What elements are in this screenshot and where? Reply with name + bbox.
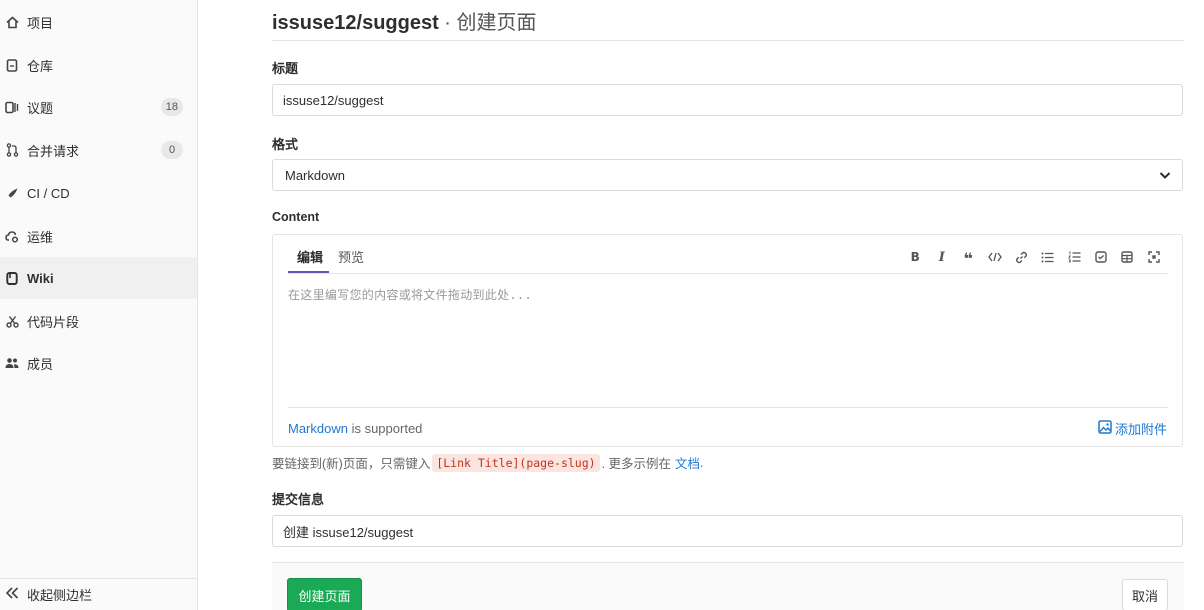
issues-icon <box>5 100 19 114</box>
code-icon[interactable] <box>982 249 1009 265</box>
sidebar: 项目 仓库 议题 18 合并请求 0 CI / CD 运维 Wiki 代码片段 … <box>0 0 198 610</box>
link-icon[interactable] <box>1008 249 1035 265</box>
commit-message-label: 提交信息 <box>272 492 325 507</box>
issues-count-badge: 18 <box>160 98 183 116</box>
create-page-button[interactable]: 创建页面 <box>287 578 362 610</box>
sidebar-item-wiki[interactable]: Wiki <box>0 257 197 299</box>
page-title-repo: issuse12/suggest <box>272 12 439 34</box>
sidebar-item-issues[interactable]: 议题 18 <box>0 86 197 128</box>
sidebar-item-label: 运维 <box>27 229 54 245</box>
sidebar-item-label: CI / CD <box>27 185 70 201</box>
markdown-toolbar: B I ❝ <box>902 249 1168 267</box>
help-end: . <box>700 455 704 470</box>
link-help-text: 要链接到(新)页面，只需键入 [Link Title](page-slug) .… <box>272 453 704 472</box>
attach-file-button[interactable]: 添加附件 <box>1098 419 1167 438</box>
format-label: 格式 <box>272 137 299 152</box>
sidebar-item-members[interactable]: 成员 <box>0 342 197 384</box>
sidebar-item-repository[interactable]: 仓库 <box>0 44 197 86</box>
table-icon[interactable] <box>1114 249 1141 265</box>
task-list-icon[interactable] <box>1088 249 1115 265</box>
markdown-supported-text: is supported <box>347 421 423 436</box>
title-input[interactable]: issuse12/suggest <box>272 84 1183 116</box>
markdown-help-link[interactable]: Markdown <box>288 421 348 436</box>
help-code-example: [Link Title](page-slug) <box>432 453 600 472</box>
sidebar-item-label: 代码片段 <box>27 314 80 330</box>
sidebar-item-ci-cd[interactable]: CI / CD <box>0 172 197 214</box>
content-label: Content <box>272 210 320 224</box>
numbered-list-icon[interactable] <box>1061 249 1088 265</box>
cancel-button[interactable]: 取消 <box>1122 579 1168 610</box>
format-select-value: Markdown <box>285 167 345 183</box>
page-title: issuse12/suggest · 创建页面 <box>272 6 537 35</box>
sidebar-item-label: 议题 <box>27 100 54 116</box>
content-textarea[interactable]: 在这里编写您的内容或将文件拖动到此处... <box>288 286 532 303</box>
help-suffix: . 更多示例在 <box>601 457 672 471</box>
commit-message-input[interactable]: 创建 issuse12/suggest <box>272 515 1183 547</box>
tab-preview[interactable]: 预览 <box>338 247 364 266</box>
cloud-gear-icon <box>5 229 19 243</box>
sidebar-item-label: 项目 <box>27 15 54 31</box>
sidebar-item-project[interactable]: 项目 <box>0 1 197 43</box>
image-icon <box>1098 420 1112 437</box>
sidebar-item-merge-requests[interactable]: 合并请求 0 <box>0 129 197 171</box>
page-title-separator: · <box>438 12 457 34</box>
help-prefix: 要链接到(新)页面，只需键入 <box>272 457 431 471</box>
italic-icon[interactable]: I <box>929 249 956 265</box>
title-label: 标题 <box>272 61 299 76</box>
sidebar-item-label: 仓库 <box>27 58 54 74</box>
title-divider <box>272 40 1184 41</box>
doc-icon <box>5 58 19 72</box>
content-editor: 编辑 预览 B I ❝ 在这里编写您的内容或将文件拖动到此处... Markdo… <box>272 234 1183 447</box>
scissors-icon <box>5 314 19 328</box>
merge-requests-count-badge: 0 <box>161 141 183 159</box>
attach-file-label: 添加附件 <box>1114 422 1167 437</box>
sidebar-item-snippets[interactable]: 代码片段 <box>0 300 197 342</box>
merge-request-icon <box>5 143 19 157</box>
chevron-down-icon <box>1158 168 1172 185</box>
markdown-support-note: Markdown is supported <box>288 421 422 436</box>
collapse-sidebar-button[interactable]: 收起侧边栏 <box>0 578 197 610</box>
users-icon <box>5 356 19 370</box>
sidebar-item-label: 合并请求 <box>27 143 80 159</box>
tab-edit[interactable]: 编辑 <box>297 247 323 266</box>
home-icon <box>5 15 19 29</box>
quote-icon[interactable]: ❝ <box>955 249 982 267</box>
bold-icon[interactable]: B <box>902 249 929 265</box>
format-select[interactable]: Markdown <box>272 159 1183 191</box>
fullscreen-icon[interactable] <box>1141 249 1168 265</box>
docs-link[interactable]: 文档 <box>675 453 700 472</box>
sidebar-item-label: 成员 <box>27 356 54 372</box>
rocket-icon <box>5 186 19 200</box>
active-tab-indicator <box>288 271 329 273</box>
sidebar-item-operations[interactable]: 运维 <box>0 215 197 257</box>
bullet-list-icon[interactable] <box>1035 249 1062 265</box>
page-title-action: 创建页面 <box>456 12 537 34</box>
book-icon <box>5 271 19 285</box>
double-chevron-left-icon <box>5 587 19 602</box>
form-actions: 创建页面 取消 <box>272 562 1184 610</box>
collapse-sidebar-label: 收起侧边栏 <box>27 588 93 603</box>
editor-footer-divider <box>288 407 1168 408</box>
sidebar-item-label: Wiki <box>27 270 54 286</box>
